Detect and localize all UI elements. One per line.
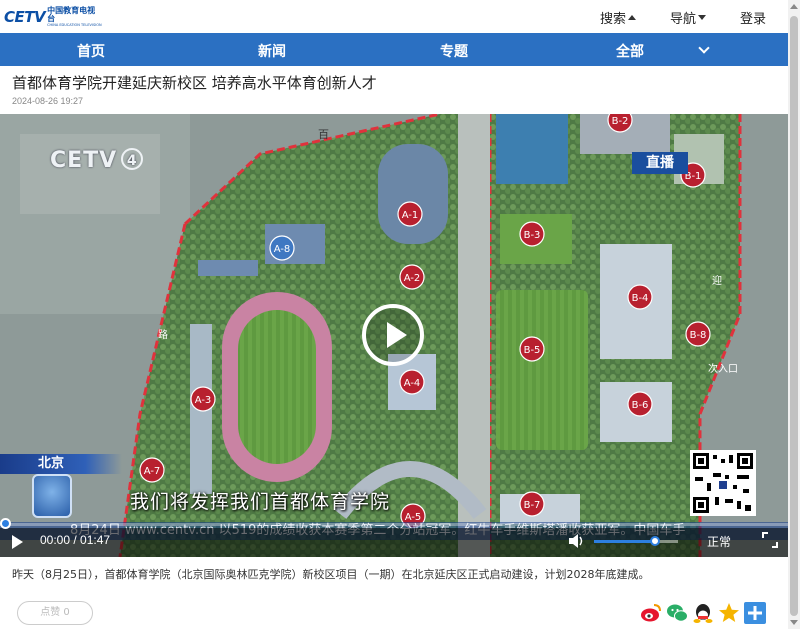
wechat-icon[interactable]	[666, 602, 688, 624]
map-marker-b-7: B-7	[519, 491, 545, 517]
video-player[interactable]: 百 迎 次入口 路 A-1 A-2 A-3 A-4 A-5 A-7 A-8 B-1 B-2 B-3…	[0, 114, 788, 557]
qr-code-icon	[693, 453, 753, 513]
time-display: 00:00 / 01:47	[40, 533, 111, 547]
top-bar: CETV 中国教育电视台 CHINA EDUCATION TELEVISION …	[0, 0, 788, 33]
map-marker-a-7: A-7	[139, 457, 165, 483]
map-marker-b-2: B-2	[607, 114, 633, 133]
svg-text:B-6: B-6	[632, 400, 649, 411]
nav-menu-link[interactable]: 导航	[670, 8, 706, 27]
map-road-right: 迎	[712, 275, 722, 287]
svg-text:A-3: A-3	[195, 395, 212, 406]
share-bar	[640, 602, 766, 624]
qq-icon[interactable]	[692, 602, 714, 624]
volume-icon[interactable]	[568, 533, 586, 549]
qzone-icon[interactable]	[718, 602, 740, 624]
fullscreen-icon[interactable]	[762, 532, 778, 548]
logo-cn: 中国教育电视台	[47, 5, 96, 23]
weibo-icon[interactable]	[640, 602, 662, 624]
map-road-left: 路	[158, 328, 168, 341]
svg-text:A-8: A-8	[274, 244, 291, 255]
svg-text:A-4: A-4	[404, 378, 421, 389]
article-summary: 昨天（8月25日），首都体育学院（北京国际奥林匹克学院）新校区项目（一期）在北京…	[12, 568, 650, 581]
nav-item-home[interactable]: 首页	[77, 41, 105, 61]
cetv-logo[interactable]: CETV 中国教育电视台 CHINA EDUCATION TELEVISION	[4, 5, 102, 29]
like-button[interactable]: 点赞 0	[17, 601, 93, 625]
scroll-thumb[interactable]	[790, 16, 798, 616]
login-link[interactable]: 登录	[740, 8, 766, 27]
qr-code	[690, 450, 756, 516]
channel-logo: CETV 4	[50, 148, 144, 173]
channel-logo-text: CETV	[50, 148, 118, 173]
logo-text: 中国教育电视台 CHINA EDUCATION TELEVISION	[47, 5, 102, 28]
map-marker-b-3: B-3	[519, 221, 545, 247]
map-marker-a-2: A-2	[399, 264, 425, 290]
map-road-top: 百	[318, 128, 329, 141]
scroll-up-icon[interactable]	[790, 4, 798, 9]
location-tag: 北京	[0, 454, 122, 474]
map-marker-a-3: A-3	[190, 386, 216, 412]
map-marker-b-5: B-5	[519, 336, 545, 362]
map-marker-b-4: B-4	[627, 284, 653, 310]
svg-text:B-2: B-2	[612, 116, 629, 127]
location-emblem-icon	[32, 474, 72, 518]
svg-text:B-8: B-8	[690, 330, 707, 341]
volume-fill	[594, 540, 656, 543]
svg-text:B-4: B-4	[632, 293, 649, 304]
page-scrollbar[interactable]	[788, 0, 800, 629]
search-link-label: 搜索	[599, 12, 626, 27]
svg-text:A-7: A-7	[144, 466, 161, 477]
top-links: 搜索 导航 登录	[566, 8, 766, 27]
duration: 01:47	[80, 533, 111, 547]
nav-menu-link-label: 导航	[669, 12, 696, 27]
svg-text:B-5: B-5	[524, 345, 541, 356]
map-entry: 次入口	[708, 362, 738, 375]
svg-text:A-1: A-1	[402, 210, 419, 221]
nav-item-topics[interactable]: 专题	[440, 41, 468, 61]
publish-date: 2024-08-26 19:27	[12, 96, 84, 106]
map-marker-a-8: A-8	[269, 235, 295, 261]
search-link[interactable]: 搜索	[600, 8, 636, 27]
progress-bar[interactable]	[0, 523, 788, 526]
chevron-down-icon[interactable]	[698, 42, 710, 54]
main-nav: 首页 新闻 专题 全部	[0, 33, 788, 66]
caret-down-icon	[697, 15, 706, 20]
quality-selector[interactable]: 正常	[707, 533, 731, 550]
play-button[interactable]	[362, 304, 424, 366]
logo-mark: CETV	[4, 8, 46, 26]
scroll-down-icon[interactable]	[790, 620, 798, 625]
progress-knob[interactable]	[0, 518, 11, 529]
video-subtitle: 我们将发挥我们首都体育学院	[130, 491, 391, 513]
map-marker-a-4: A-4	[399, 369, 425, 395]
map-marker-b-6: B-6	[627, 391, 653, 417]
more-share-icon[interactable]	[744, 602, 766, 624]
live-badge: 直播	[632, 152, 688, 174]
caret-up-icon	[627, 15, 636, 20]
control-play-icon[interactable]	[12, 535, 23, 549]
svg-text:A-2: A-2	[404, 273, 421, 284]
nav-item-news[interactable]: 新闻	[258, 41, 286, 61]
channel-number: 4	[121, 148, 144, 170]
page-title: 首都体育学院开建延庆新校区 培养高水平体育创新人才	[12, 74, 377, 92]
current-time: 00:00	[40, 533, 71, 547]
svg-text:B-7: B-7	[524, 500, 541, 511]
logo-en: CHINA EDUCATION TELEVISION	[47, 22, 102, 27]
svg-text:B-3: B-3	[524, 230, 541, 241]
login-link-label: 登录	[739, 12, 766, 27]
nav-item-all[interactable]: 全部	[616, 41, 644, 61]
map-marker-a-1: A-1	[397, 201, 423, 227]
map-marker-b-8: B-8	[685, 321, 711, 347]
